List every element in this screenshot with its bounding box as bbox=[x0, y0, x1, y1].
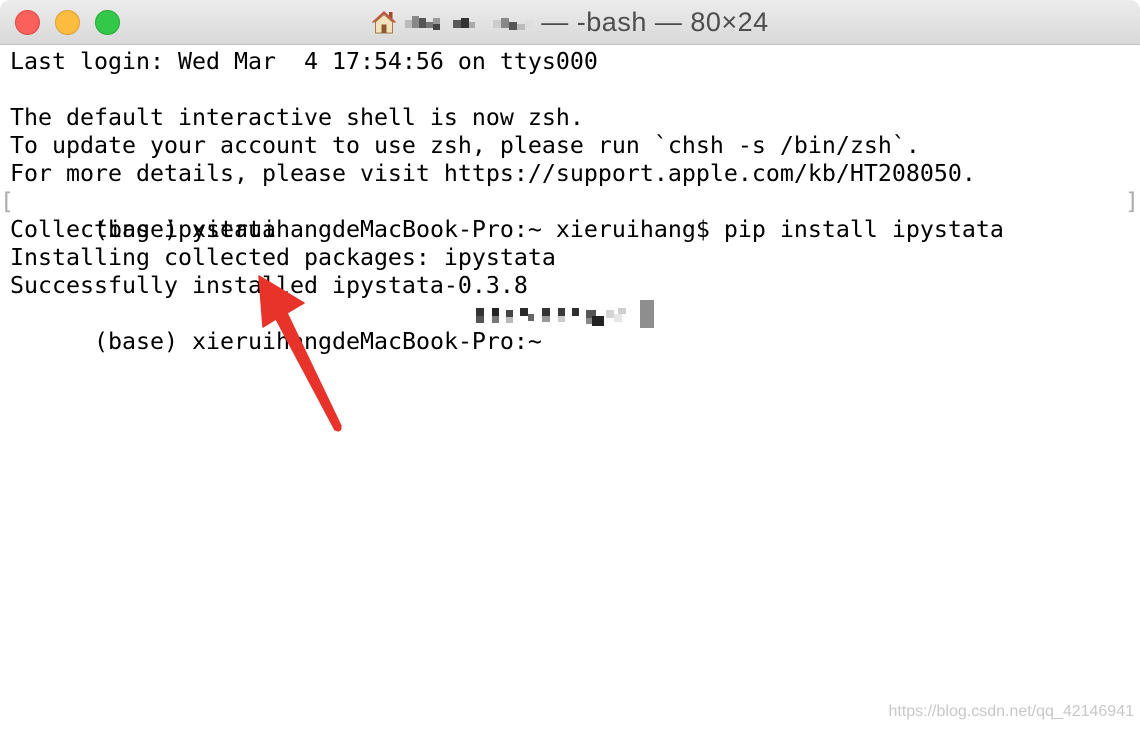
terminal-line: Collecting ipystata bbox=[10, 216, 276, 243]
mark-close: ] bbox=[1125, 188, 1139, 215]
window-title: — -bash — 80×24 bbox=[130, 0, 1010, 44]
terminal-line: The default interactive shell is now zsh… bbox=[10, 104, 584, 131]
terminal-line: To update your account to use zsh, pleas… bbox=[10, 132, 920, 159]
terminal-line-marked: [(base) xieruihangdeMacBook-Pro:~ xierui… bbox=[0, 188, 1140, 243]
text-cursor bbox=[640, 300, 654, 328]
close-button[interactable] bbox=[14, 9, 40, 35]
terminal-line: For more details, please visit https://s… bbox=[10, 160, 976, 187]
terminal-line: Installing collected packages: ipystata bbox=[10, 244, 556, 271]
terminal-prompt-line: (base) xieruihangdeMacBook-Pro:~ bbox=[10, 300, 1140, 355]
watermark: https://blog.csdn.net/qq_42146941 bbox=[888, 703, 1134, 720]
home-icon bbox=[371, 11, 397, 34]
terminal-window: — -bash — 80×24 Last login: Wed Mar 4 17… bbox=[0, 0, 1140, 730]
prompt-text: (base) xieruihangdeMacBook-Pro:~ bbox=[94, 328, 542, 355]
redacted-username bbox=[476, 308, 626, 326]
zoom-button[interactable] bbox=[94, 9, 120, 35]
minimize-button[interactable] bbox=[54, 9, 80, 35]
terminal-line: Successfully installed ipystata-0.3.8 bbox=[10, 272, 528, 299]
title-text: — -bash — 80×24 bbox=[541, 6, 769, 37]
terminal-output[interactable]: Last login: Wed Mar 4 17:54:56 on ttys00… bbox=[0, 45, 1140, 730]
redacted-username bbox=[405, 16, 534, 30]
mark-open: [ bbox=[0, 188, 14, 215]
terminal-line: Last login: Wed Mar 4 17:54:56 on ttys00… bbox=[10, 48, 598, 75]
title-bar[interactable]: — -bash — 80×24 bbox=[0, 0, 1140, 45]
